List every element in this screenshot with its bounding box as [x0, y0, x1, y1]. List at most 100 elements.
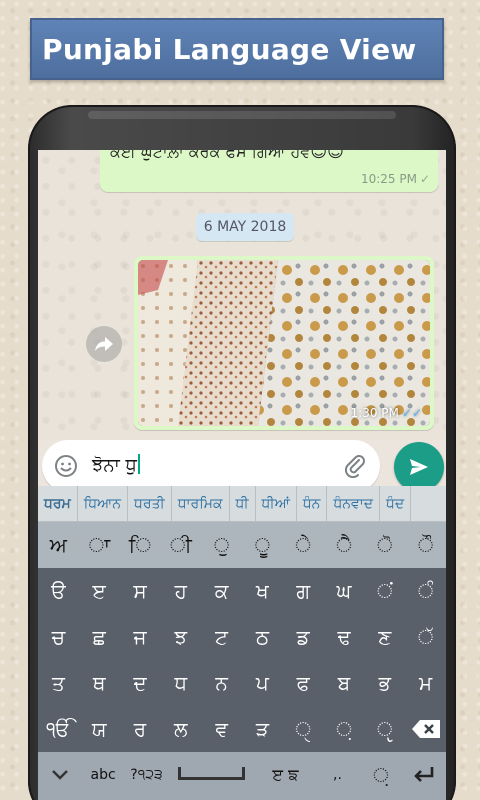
- key[interactable]: ਰ: [120, 706, 161, 752]
- suggestion-item[interactable]: ਧੀਆਂ: [256, 486, 297, 521]
- message-input-value: ਝੋਨਾ ਧੁ: [92, 455, 137, 476]
- forward-icon: [95, 337, 113, 351]
- key[interactable]: ਛ: [79, 614, 120, 660]
- date-separator: 6 MAY 2018: [196, 213, 294, 241]
- key[interactable]: ੱ: [405, 614, 446, 660]
- comma-key[interactable]: ,.: [316, 752, 359, 798]
- key[interactable]: ਟ: [201, 614, 242, 660]
- fabric-photo[interactable]: 1:30 PM ✓✓: [138, 260, 430, 426]
- key[interactable]: ਤ: [38, 660, 79, 706]
- key[interactable]: ਸ: [120, 568, 161, 614]
- key[interactable]: ਿ: [120, 522, 161, 568]
- chat-area[interactable]: ਕਈ ਘੁਟਾਲ਼ਾ ਕਰਕ ਫਸ ਗਿਆ ਹਵ😊😊 10:25 PM ✓ 6 M…: [38, 150, 446, 440]
- key[interactable]: ਗ: [283, 568, 324, 614]
- key-row-2: ੳ ੲ ਸ ਹ ਕ ਖ ਗ ਘ ਂ ੰ: [38, 568, 446, 614]
- suggestion-item[interactable]: ਧੰਨਵਾਦ: [327, 486, 381, 521]
- abc-key[interactable]: abc: [81, 752, 124, 798]
- send-button[interactable]: [394, 442, 444, 492]
- banner-title: Punjabi Language View: [42, 32, 417, 66]
- key[interactable]: ਪ: [242, 660, 283, 706]
- message-meta: 10:25 PM ✓: [361, 172, 430, 186]
- key[interactable]: ਚ: [38, 614, 79, 660]
- key[interactable]: ਥ: [79, 660, 120, 706]
- key[interactable]: ਼: [324, 706, 365, 752]
- suggestion-item[interactable]: ਧਾਰਮਿਕ: [172, 486, 230, 521]
- suggestion-item[interactable]: ਧਿਆਨ: [78, 486, 129, 521]
- key-row-bottom: abc ?੧੨੩ ੲ ਙ ,. ਼: [38, 752, 446, 800]
- backspace-icon: [411, 720, 440, 738]
- key[interactable]: ੈ: [324, 522, 365, 568]
- key[interactable]: ਜ: [120, 614, 161, 660]
- key[interactable]: ਫ: [283, 660, 324, 706]
- attachment-icon[interactable]: [342, 452, 368, 482]
- key[interactable]: ੂ: [242, 522, 283, 568]
- enter-icon: [414, 767, 434, 782]
- key[interactable]: ਕ: [201, 568, 242, 614]
- suggestion-item[interactable]: ਧੰਦ: [380, 486, 412, 521]
- key[interactable]: ੑ: [283, 706, 324, 752]
- key[interactable]: ਮ: [405, 660, 446, 706]
- key[interactable]: ੀ: [160, 522, 201, 568]
- emoji-icon[interactable]: [54, 454, 78, 482]
- language-key[interactable]: ੲ ਙ: [255, 752, 316, 798]
- forward-button[interactable]: [86, 326, 122, 362]
- suggestion-item[interactable]: ਧਰਤੀ: [128, 486, 172, 521]
- send-icon: [410, 459, 428, 475]
- numbers-key[interactable]: ?੧੨੩: [125, 752, 168, 798]
- key[interactable]: ੁ: [201, 522, 242, 568]
- key[interactable]: ਘ: [324, 568, 365, 614]
- key[interactable]: ੲ: [79, 568, 120, 614]
- backspace-key[interactable]: [405, 706, 446, 752]
- space-key[interactable]: [168, 752, 255, 798]
- key[interactable]: ਦ: [120, 660, 161, 706]
- enter-key[interactable]: [403, 752, 446, 798]
- read-tick-icon: ✓✓: [401, 406, 422, 420]
- hide-keyboard-key[interactable]: [38, 752, 81, 798]
- suggestion-item[interactable]: ਧੰਨ: [297, 486, 328, 521]
- key[interactable]: ਵ: [201, 706, 242, 752]
- key[interactable]: ਧ: [160, 660, 201, 706]
- key[interactable]: ੵ: [364, 706, 405, 752]
- key-row-3: ਚ ਛ ਜ ਝ ਟ ਠ ਡ ਢ ਣ ੱ: [38, 614, 446, 660]
- outgoing-message[interactable]: ਕਈ ਘੁਟਾਲ਼ਾ ਕਰਕ ਫਸ ਗਿਆ ਹਵ😊😊 10:25 PM ✓: [100, 150, 438, 192]
- key[interactable]: ੇ: [283, 522, 324, 568]
- key[interactable]: ਲ: [160, 706, 201, 752]
- key[interactable]: ਨ: [201, 660, 242, 706]
- suggestion-item[interactable]: ਧਰਮ: [38, 486, 78, 521]
- key[interactable]: ਝ: [160, 614, 201, 660]
- chevron-down-icon: [51, 770, 68, 780]
- key[interactable]: ੋ: [364, 522, 405, 568]
- key[interactable]: ੜ: [242, 706, 283, 752]
- key[interactable]: ਅ: [38, 522, 79, 568]
- key[interactable]: ਯ: [79, 706, 120, 752]
- key[interactable]: ਡ: [283, 614, 324, 660]
- key[interactable]: ੰ: [405, 568, 446, 614]
- key[interactable]: ਠ: [242, 614, 283, 660]
- message-composer[interactable]: ਝੋਨਾ ਧੁ: [42, 440, 380, 492]
- delivered-tick-icon: ✓: [419, 172, 430, 186]
- image-message[interactable]: 1:30 PM ✓✓: [134, 256, 434, 430]
- phone-screen: ਕਈ ਘੁਟਾਲ਼ਾ ਕਰਕ ਫਸ ਗਿਆ ਹਵ😊😊 10:25 PM ✓ 6 M…: [38, 150, 446, 800]
- message-text: ਕਈ ਘੁਟਾਲ਼ਾ ਕਰਕ ਫਸ ਗਿਆ ਹਵ😊😊: [110, 150, 344, 161]
- image-time: 1:30 PM: [350, 406, 399, 420]
- suggestion-bar: ਧਰਮ ਧਿਆਨ ਧਰਤੀ ਧਾਰਮਿਕ ਧੀ ਧੀਆਂ ਧੰਨ ਧੰਨਵਾਦ …: [38, 486, 446, 522]
- key[interactable]: ਾ: [79, 522, 120, 568]
- key-row-5: ੴ ਯ ਰ ਲ ਵ ੜ ੑ ਼ ੵ: [38, 706, 446, 752]
- key[interactable]: ਭ: [364, 660, 405, 706]
- key[interactable]: ੳ: [38, 568, 79, 614]
- key[interactable]: ਹ: [160, 568, 201, 614]
- key[interactable]: ੴ: [38, 706, 79, 752]
- fabric-image: [138, 260, 430, 426]
- key[interactable]: ੌ: [405, 522, 446, 568]
- key[interactable]: ਢ: [324, 614, 365, 660]
- key[interactable]: ਣ: [364, 614, 405, 660]
- key[interactable]: ਖ: [242, 568, 283, 614]
- message-input[interactable]: ਝੋਨਾ ਧੁ: [92, 454, 140, 476]
- key[interactable]: ਬ: [324, 660, 365, 706]
- suggestion-item[interactable]: ਧੀ: [230, 486, 256, 521]
- key[interactable]: ਂ: [364, 568, 405, 614]
- image-meta: 1:30 PM ✓✓: [351, 406, 422, 420]
- message-time: 10:25 PM: [360, 172, 417, 186]
- key-row-4: ਤ ਥ ਦ ਧ ਨ ਪ ਫ ਬ ਭ ਮ: [38, 660, 446, 706]
- nukta-key[interactable]: ਼: [359, 752, 402, 798]
